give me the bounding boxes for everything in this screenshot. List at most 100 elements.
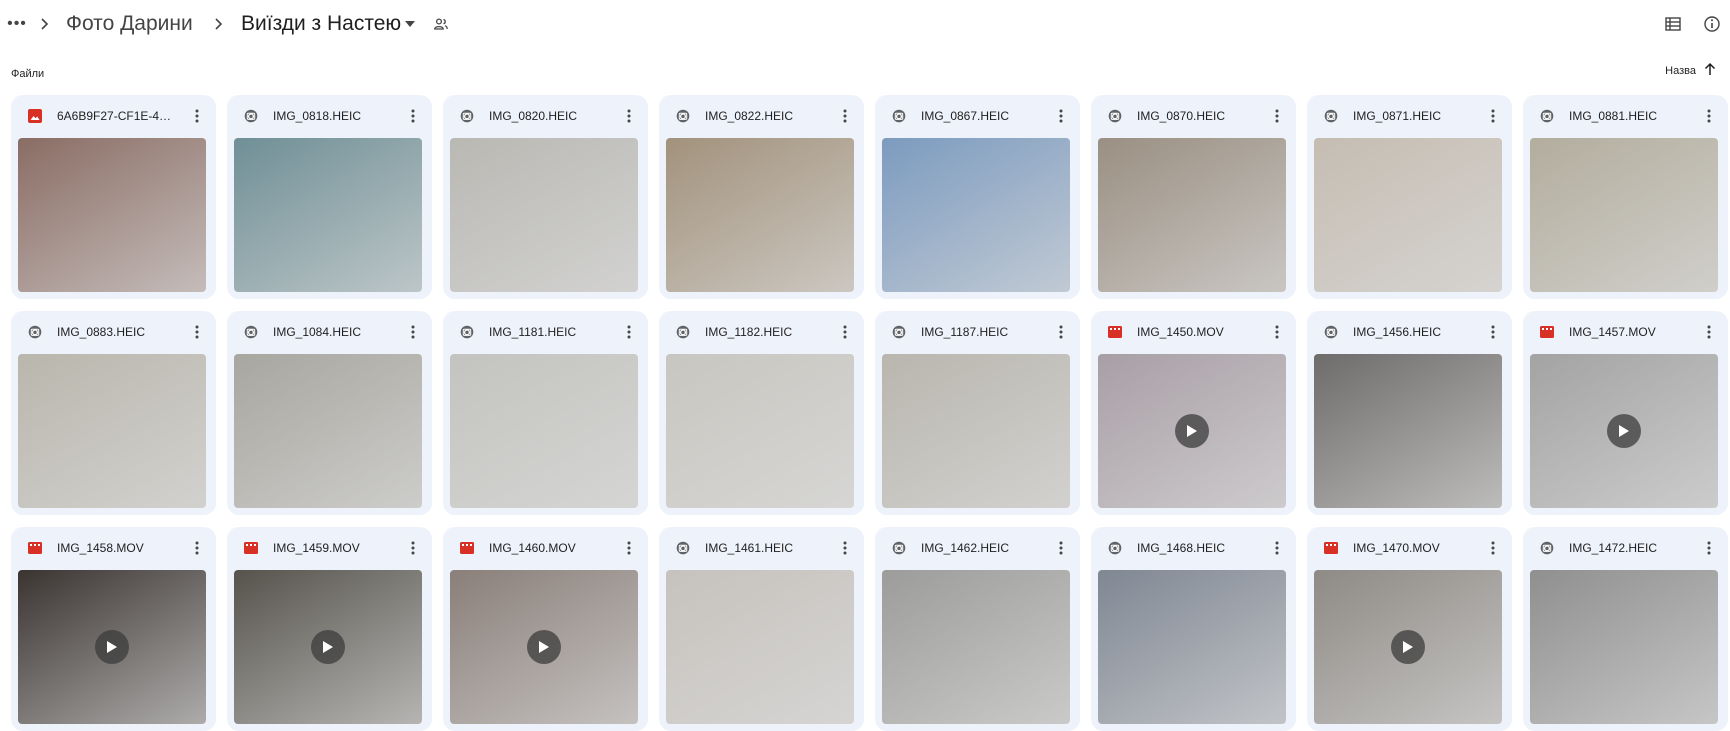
list-view-icon[interactable] — [1664, 15, 1682, 33]
file-card[interactable]: IMG_0867.HEIC — [875, 95, 1080, 299]
more-vert-icon[interactable] — [188, 539, 206, 557]
sort-label[interactable]: Назва — [1665, 65, 1696, 77]
more-horiz-icon[interactable]: ••• — [6, 10, 28, 38]
file-card[interactable]: IMG_0870.HEIC — [1091, 95, 1296, 299]
file-card[interactable]: 6A6B9F27-CF1E-4A... — [11, 95, 216, 299]
file-card[interactable]: IMG_0881.HEIC — [1523, 95, 1728, 299]
more-vert-icon[interactable] — [1700, 323, 1718, 341]
more-vert-icon[interactable] — [1052, 539, 1070, 557]
file-thumbnail[interactable] — [666, 354, 854, 508]
file-card[interactable]: IMG_1181.HEIC — [443, 311, 648, 515]
more-vert-icon[interactable] — [404, 107, 422, 125]
caret-down-icon[interactable] — [403, 10, 417, 38]
file-thumbnail[interactable] — [1530, 570, 1718, 724]
file-card[interactable]: IMG_1084.HEIC — [227, 311, 432, 515]
file-thumbnail[interactable] — [18, 138, 206, 292]
file-card[interactable]: IMG_0871.HEIC — [1307, 95, 1512, 299]
more-vert-icon[interactable] — [620, 323, 638, 341]
file-thumbnail[interactable] — [234, 354, 422, 508]
file-thumbnail[interactable] — [450, 354, 638, 508]
photo-file-icon — [459, 108, 475, 124]
more-vert-icon[interactable] — [1700, 107, 1718, 125]
file-card[interactable]: IMG_0820.HEIC — [443, 95, 648, 299]
play-icon[interactable] — [1391, 630, 1425, 664]
more-vert-icon[interactable] — [1700, 539, 1718, 557]
file-card-header: IMG_1472.HEIC — [1523, 527, 1728, 569]
more-vert-icon[interactable] — [1268, 323, 1286, 341]
file-thumbnail[interactable] — [234, 138, 422, 292]
more-vert-icon[interactable] — [1268, 539, 1286, 557]
file-thumbnail[interactable] — [882, 570, 1070, 724]
file-card[interactable]: IMG_1458.MOV — [11, 527, 216, 731]
file-thumbnail[interactable] — [18, 570, 206, 724]
file-thumbnail[interactable] — [450, 138, 638, 292]
more-vert-icon[interactable] — [836, 539, 854, 557]
file-card[interactable]: IMG_1460.MOV — [443, 527, 648, 731]
file-name: 6A6B9F27-CF1E-4A... — [57, 109, 177, 123]
file-card[interactable]: IMG_1472.HEIC — [1523, 527, 1728, 731]
more-vert-icon[interactable] — [1484, 107, 1502, 125]
file-card[interactable]: IMG_1187.HEIC — [875, 311, 1080, 515]
play-icon[interactable] — [1175, 414, 1209, 448]
file-name: IMG_1181.HEIC — [489, 325, 577, 339]
more-vert-icon[interactable] — [188, 323, 206, 341]
file-card-header: IMG_1461.HEIC — [659, 527, 864, 569]
play-icon[interactable] — [95, 630, 129, 664]
file-thumbnail[interactable] — [882, 138, 1070, 292]
file-card[interactable]: IMG_1462.HEIC — [875, 527, 1080, 731]
more-vert-icon[interactable] — [836, 107, 854, 125]
file-thumbnail[interactable] — [1530, 138, 1718, 292]
more-vert-icon[interactable] — [1052, 323, 1070, 341]
file-card[interactable]: IMG_1468.HEIC — [1091, 527, 1296, 731]
file-card[interactable]: IMG_1450.MOV — [1091, 311, 1296, 515]
play-icon[interactable] — [1607, 414, 1641, 448]
file-thumbnail[interactable] — [666, 138, 854, 292]
file-thumbnail[interactable] — [1314, 570, 1502, 724]
more-vert-icon[interactable] — [404, 323, 422, 341]
video-file-icon — [27, 540, 43, 556]
shared-people-icon[interactable] — [432, 10, 450, 38]
more-vert-icon[interactable] — [188, 107, 206, 125]
file-card-header: IMG_0820.HEIC — [443, 95, 648, 137]
file-thumbnail[interactable] — [1098, 138, 1286, 292]
play-icon[interactable] — [311, 630, 345, 664]
file-thumbnail[interactable] — [18, 354, 206, 508]
file-card[interactable]: IMG_0818.HEIC — [227, 95, 432, 299]
more-vert-icon[interactable] — [1484, 323, 1502, 341]
file-thumbnail[interactable] — [450, 570, 638, 724]
more-vert-icon[interactable] — [1484, 539, 1502, 557]
file-card[interactable]: IMG_1457.MOV — [1523, 311, 1728, 515]
file-thumbnail[interactable] — [1098, 570, 1286, 724]
file-card[interactable]: IMG_0883.HEIC — [11, 311, 216, 515]
more-vert-icon[interactable] — [404, 539, 422, 557]
breadcrumb-item-parent[interactable]: Фото Дарини — [66, 10, 193, 38]
file-card[interactable]: IMG_1459.MOV — [227, 527, 432, 731]
file-card[interactable]: IMG_1470.MOV — [1307, 527, 1512, 731]
breadcrumb-item-current[interactable]: Виїзди з Настею — [241, 10, 401, 38]
file-card[interactable]: IMG_0822.HEIC — [659, 95, 864, 299]
info-icon[interactable] — [1703, 15, 1721, 33]
file-thumbnail[interactable] — [1530, 354, 1718, 508]
arrow-up-icon[interactable] — [1704, 62, 1716, 79]
file-thumbnail[interactable] — [1098, 354, 1286, 508]
more-vert-icon[interactable] — [1268, 107, 1286, 125]
play-icon[interactable] — [527, 630, 561, 664]
file-card[interactable]: IMG_1461.HEIC — [659, 527, 864, 731]
file-thumbnail[interactable] — [882, 354, 1070, 508]
file-card-header: IMG_1084.HEIC — [227, 311, 432, 353]
sort-control[interactable]: Назва — [1665, 62, 1716, 79]
file-card[interactable]: IMG_1182.HEIC — [659, 311, 864, 515]
photo-file-icon — [675, 108, 691, 124]
file-thumbnail[interactable] — [1314, 354, 1502, 508]
file-thumbnail[interactable] — [666, 570, 854, 724]
file-thumbnail[interactable] — [234, 570, 422, 724]
more-vert-icon[interactable] — [620, 107, 638, 125]
more-vert-icon[interactable] — [620, 539, 638, 557]
section-heading-files: Файли — [11, 68, 45, 80]
photo-file-icon — [1323, 108, 1339, 124]
file-card[interactable]: IMG_1456.HEIC — [1307, 311, 1512, 515]
file-thumbnail[interactable] — [1314, 138, 1502, 292]
photo-file-icon — [891, 540, 907, 556]
more-vert-icon[interactable] — [1052, 107, 1070, 125]
more-vert-icon[interactable] — [836, 323, 854, 341]
